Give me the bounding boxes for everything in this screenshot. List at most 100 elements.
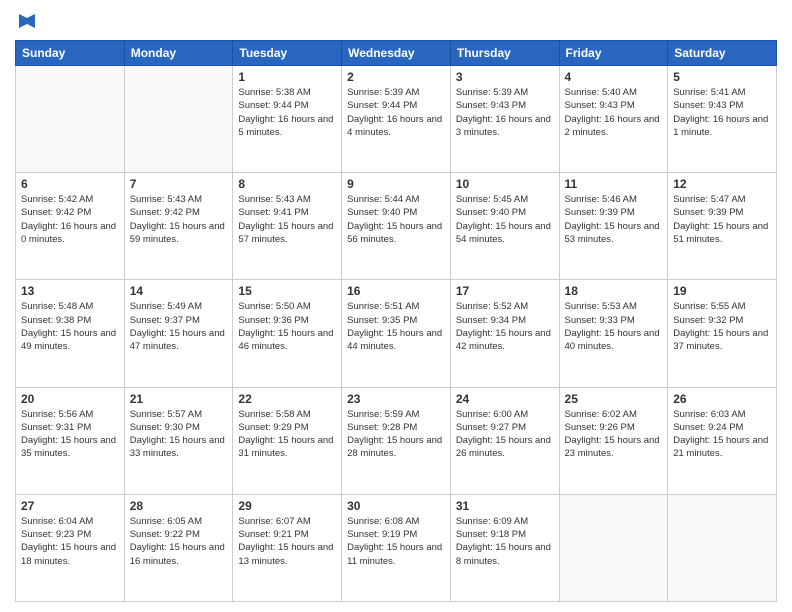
weekday-header-sunday: Sunday xyxy=(16,41,125,66)
weekday-header-wednesday: Wednesday xyxy=(342,41,451,66)
day-number: 15 xyxy=(238,284,336,298)
week-row-5: 27Sunrise: 6:04 AM Sunset: 9:23 PM Dayli… xyxy=(16,494,777,601)
day-number: 6 xyxy=(21,177,119,191)
weekday-header-thursday: Thursday xyxy=(450,41,559,66)
day-number: 25 xyxy=(565,392,663,406)
calendar-cell: 24 Sunrise: 6:00 AM Sunset: 9:27 PM Dayli… xyxy=(450,387,559,494)
calendar-cell: 27Sunrise: 6:04 AM Sunset: 9:23 PM Dayli… xyxy=(16,494,125,601)
calendar-cell: 11 Sunrise: 5:46 AM Sunset: 9:39 PM Dayli… xyxy=(559,173,668,280)
calendar-cell: 20 Sunrise: 5:56 AM Sunset: 9:31 PM Dayli… xyxy=(16,387,125,494)
day-info: Sunrise: 5:53 AM Sunset: 9:33 PM Dayligh… xyxy=(565,300,663,353)
day-info: Sunrise: 5:56 AM Sunset: 9:31 PM Dayligh… xyxy=(21,408,119,461)
day-number: 11 xyxy=(565,177,663,191)
calendar-cell: 30 Sunrise: 6:08 AM Sunset: 9:19 PM Dayli… xyxy=(342,494,451,601)
day-info: Sunrise: 5:59 AM Sunset: 9:28 PM Dayligh… xyxy=(347,408,445,461)
calendar-cell: 3 Sunrise: 5:39 AM Sunset: 9:43 PM Daylig… xyxy=(450,66,559,173)
calendar-cell: 26Sunrise: 6:03 AM Sunset: 9:24 PM Dayli… xyxy=(668,387,777,494)
day-info: Sunrise: 6:08 AM Sunset: 9:19 PM Dayligh… xyxy=(347,515,445,568)
calendar-cell: 14 Sunrise: 5:49 AM Sunset: 9:37 PM Dayli… xyxy=(124,280,233,387)
day-info: Sunrise: 5:39 AM Sunset: 9:43 PM Dayligh… xyxy=(456,86,554,139)
header xyxy=(15,10,777,32)
calendar-cell: 2 Sunrise: 5:39 AM Sunset: 9:44 PM Daylig… xyxy=(342,66,451,173)
weekday-header-monday: Monday xyxy=(124,41,233,66)
day-info: Sunrise: 6:09 AM Sunset: 9:18 PM Dayligh… xyxy=(456,515,554,568)
weekday-header-friday: Friday xyxy=(559,41,668,66)
day-number: 12 xyxy=(673,177,771,191)
day-number: 5 xyxy=(673,70,771,84)
calendar-cell: 28 Sunrise: 6:05 AM Sunset: 9:22 PM Dayli… xyxy=(124,494,233,601)
day-number: 18 xyxy=(565,284,663,298)
day-number: 2 xyxy=(347,70,445,84)
week-row-3: 13 Sunrise: 5:48 AM Sunset: 9:38 PM Dayli… xyxy=(16,280,777,387)
calendar-cell: 17 Sunrise: 5:52 AM Sunset: 9:34 PM Dayli… xyxy=(450,280,559,387)
calendar-cell xyxy=(559,494,668,601)
day-number: 30 xyxy=(347,499,445,513)
day-number: 24 xyxy=(456,392,554,406)
day-number: 17 xyxy=(456,284,554,298)
calendar-cell: 29 Sunrise: 6:07 AM Sunset: 9:21 PM Dayli… xyxy=(233,494,342,601)
day-info: Sunrise: 5:49 AM Sunset: 9:37 PM Dayligh… xyxy=(130,300,228,353)
day-info: Sunrise: 5:58 AM Sunset: 9:29 PM Dayligh… xyxy=(238,408,336,461)
day-info: Sunrise: 6:05 AM Sunset: 9:22 PM Dayligh… xyxy=(130,515,228,568)
day-number: 19 xyxy=(673,284,771,298)
day-info: Sunrise: 6:07 AM Sunset: 9:21 PM Dayligh… xyxy=(238,515,336,568)
day-info: Sunrise: 5:44 AM Sunset: 9:40 PM Dayligh… xyxy=(347,193,445,246)
day-info: Sunrise: 5:55 AM Sunset: 9:32 PM Dayligh… xyxy=(673,300,771,353)
day-info: Sunrise: 5:47 AM Sunset: 9:39 PM Dayligh… xyxy=(673,193,771,246)
day-info: Sunrise: 5:43 AM Sunset: 9:42 PM Dayligh… xyxy=(130,193,228,246)
calendar-cell: 25 Sunrise: 6:02 AM Sunset: 9:26 PM Dayli… xyxy=(559,387,668,494)
day-number: 28 xyxy=(130,499,228,513)
calendar-cell: 16 Sunrise: 5:51 AM Sunset: 9:35 PM Dayli… xyxy=(342,280,451,387)
calendar-cell: 23Sunrise: 5:59 AM Sunset: 9:28 PM Dayli… xyxy=(342,387,451,494)
day-info: Sunrise: 5:52 AM Sunset: 9:34 PM Dayligh… xyxy=(456,300,554,353)
day-number: 9 xyxy=(347,177,445,191)
day-info: Sunrise: 5:38 AM Sunset: 9:44 PM Dayligh… xyxy=(238,86,336,139)
day-info: Sunrise: 5:39 AM Sunset: 9:44 PM Dayligh… xyxy=(347,86,445,139)
week-row-1: 1 Sunrise: 5:38 AM Sunset: 9:44 PM Daylig… xyxy=(16,66,777,173)
day-info: Sunrise: 5:46 AM Sunset: 9:39 PM Dayligh… xyxy=(565,193,663,246)
day-info: Sunrise: 5:45 AM Sunset: 9:40 PM Dayligh… xyxy=(456,193,554,246)
calendar-cell: 8Sunrise: 5:43 AM Sunset: 9:41 PM Daylig… xyxy=(233,173,342,280)
day-number: 27 xyxy=(21,499,119,513)
day-number: 7 xyxy=(130,177,228,191)
calendar-cell: 21 Sunrise: 5:57 AM Sunset: 9:30 PM Dayli… xyxy=(124,387,233,494)
calendar-cell: 4 Sunrise: 5:40 AM Sunset: 9:43 PM Daylig… xyxy=(559,66,668,173)
calendar-table: SundayMondayTuesdayWednesdayThursdayFrid… xyxy=(15,40,777,602)
day-number: 3 xyxy=(456,70,554,84)
calendar-cell: 6 Sunrise: 5:42 AM Sunset: 9:42 PM Daylig… xyxy=(16,173,125,280)
logo xyxy=(15,10,39,32)
day-info: Sunrise: 5:48 AM Sunset: 9:38 PM Dayligh… xyxy=(21,300,119,353)
day-info: Sunrise: 5:43 AM Sunset: 9:41 PM Dayligh… xyxy=(238,193,336,246)
page: SundayMondayTuesdayWednesdayThursdayFrid… xyxy=(0,0,792,612)
day-info: Sunrise: 6:00 AM Sunset: 9:27 PM Dayligh… xyxy=(456,408,554,461)
day-number: 22 xyxy=(238,392,336,406)
calendar-cell xyxy=(668,494,777,601)
week-row-2: 6 Sunrise: 5:42 AM Sunset: 9:42 PM Daylig… xyxy=(16,173,777,280)
week-row-4: 20 Sunrise: 5:56 AM Sunset: 9:31 PM Dayli… xyxy=(16,387,777,494)
day-number: 4 xyxy=(565,70,663,84)
calendar-cell: 13 Sunrise: 5:48 AM Sunset: 9:38 PM Dayli… xyxy=(16,280,125,387)
calendar-cell: 1 Sunrise: 5:38 AM Sunset: 9:44 PM Daylig… xyxy=(233,66,342,173)
day-info: Sunrise: 5:57 AM Sunset: 9:30 PM Dayligh… xyxy=(130,408,228,461)
day-number: 20 xyxy=(21,392,119,406)
day-number: 16 xyxy=(347,284,445,298)
day-info: Sunrise: 5:42 AM Sunset: 9:42 PM Dayligh… xyxy=(21,193,119,246)
day-number: 29 xyxy=(238,499,336,513)
day-info: Sunrise: 6:02 AM Sunset: 9:26 PM Dayligh… xyxy=(565,408,663,461)
calendar-cell: 5Sunrise: 5:41 AM Sunset: 9:43 PM Daylig… xyxy=(668,66,777,173)
day-info: Sunrise: 5:40 AM Sunset: 9:43 PM Dayligh… xyxy=(565,86,663,139)
day-info: Sunrise: 5:51 AM Sunset: 9:35 PM Dayligh… xyxy=(347,300,445,353)
calendar-cell xyxy=(124,66,233,173)
day-number: 31 xyxy=(456,499,554,513)
day-number: 10 xyxy=(456,177,554,191)
logo-flag-icon xyxy=(17,10,39,32)
day-number: 13 xyxy=(21,284,119,298)
day-number: 14 xyxy=(130,284,228,298)
calendar-cell: 7 Sunrise: 5:43 AM Sunset: 9:42 PM Daylig… xyxy=(124,173,233,280)
day-number: 21 xyxy=(130,392,228,406)
day-number: 1 xyxy=(238,70,336,84)
calendar-cell: 19 Sunrise: 5:55 AM Sunset: 9:32 PM Dayli… xyxy=(668,280,777,387)
calendar-cell: 10 Sunrise: 5:45 AM Sunset: 9:40 PM Dayli… xyxy=(450,173,559,280)
calendar-cell: 31 Sunrise: 6:09 AM Sunset: 9:18 PM Dayli… xyxy=(450,494,559,601)
day-info: Sunrise: 5:50 AM Sunset: 9:36 PM Dayligh… xyxy=(238,300,336,353)
